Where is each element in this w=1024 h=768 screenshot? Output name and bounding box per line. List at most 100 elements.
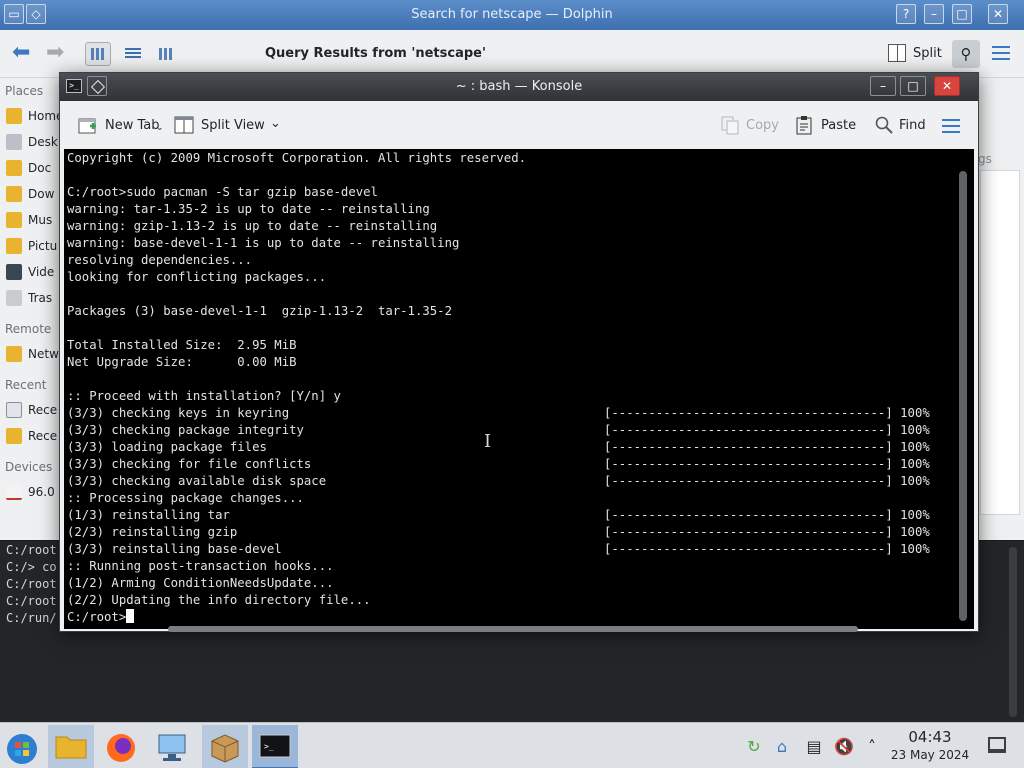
taskbar-firefox[interactable]: [98, 725, 144, 768]
taskbar-file-manager[interactable]: [48, 725, 94, 768]
terminal-line: Total Installed Size: 2.95 MiB: [67, 338, 297, 352]
terminal-vertical-scrollbar[interactable]: [959, 171, 967, 621]
maximize-button[interactable]: □: [900, 76, 926, 96]
terminal-line: Net Upgrade Size: 0.00 MiB: [67, 355, 297, 369]
chevron-up-icon[interactable]: ˄: [862, 737, 882, 757]
tags-label: gs: [978, 152, 992, 166]
terminal-line: (3/3) checking keys in keyring: [67, 406, 290, 420]
split-icon: [888, 44, 906, 62]
taskbar-konsole[interactable]: >_: [252, 725, 298, 768]
places-item-downloads[interactable]: Dow: [6, 186, 66, 206]
text-ibeam-cursor-icon: I: [484, 431, 492, 452]
konsole-titlebar[interactable]: >_ ~ : bash — Konsole – □ ✕: [60, 73, 978, 101]
progress-bar-text: [-------------------------------------] …: [604, 508, 930, 522]
places-item-videos[interactable]: Vide: [6, 264, 66, 284]
svg-text:>_: >_: [264, 742, 274, 751]
places-item-pictures[interactable]: Pictu: [6, 238, 66, 258]
places-panel: Places Home Desk Doc Dow Mus Pictu Vide …: [0, 78, 63, 540]
places-item-trash[interactable]: Tras: [6, 290, 66, 310]
paste-label: Paste: [821, 118, 857, 133]
clock-time[interactable]: 04:43: [896, 728, 964, 746]
places-item-music[interactable]: Mus: [6, 212, 66, 232]
clock-date[interactable]: 23 May 2024: [890, 748, 970, 762]
help-icon[interactable]: ?: [896, 4, 916, 24]
paste-button[interactable]: Paste: [794, 115, 858, 137]
konsole-toolbar: New Tab ⌄ Split View ⌄ Copy Paste Find: [60, 101, 978, 149]
taskbar-package-manager[interactable]: [202, 725, 248, 768]
network-icon[interactable]: ⌂: [772, 737, 792, 757]
copy-button[interactable]: Copy: [720, 115, 780, 137]
recent-heading: Recent: [5, 378, 47, 392]
terminal-line: :: Running post-transaction hooks...: [67, 559, 334, 573]
volume-muted-icon[interactable]: 🔇: [834, 737, 854, 757]
network-folder-icon: [6, 346, 22, 362]
find-button[interactable]: Find: [874, 115, 930, 137]
copy-label: Copy: [746, 118, 779, 133]
start-orb-icon: [7, 734, 37, 764]
folder-pictures-icon: [6, 238, 22, 254]
dolphin-window-title: Search for netscape — Dolphin: [411, 7, 613, 22]
start-menu-button[interactable]: [0, 725, 46, 768]
find-label: Find: [899, 118, 926, 133]
terminal-line: (3/3) checking package integrity: [67, 423, 304, 437]
progress-bar-text: [-------------------------------------] …: [604, 457, 930, 471]
firefox-icon: [107, 734, 135, 762]
places-item-desktop[interactable]: Desk: [6, 134, 66, 154]
split-view-icon: [174, 116, 194, 134]
show-desktop-icon[interactable]: [988, 737, 1006, 753]
compact-view-button[interactable]: [119, 42, 145, 66]
update-notifier-icon[interactable]: ↻: [744, 737, 764, 757]
hamburger-menu-icon[interactable]: [992, 46, 1010, 60]
back-arrow-icon[interactable]: ⬅: [12, 42, 30, 64]
terminal-line: (3/3) reinstalling base-devel: [67, 542, 282, 556]
recent-files-icon: [6, 402, 22, 418]
split-button[interactable]: Split: [886, 42, 946, 66]
progress-bar-text: [-------------------------------------] …: [604, 525, 930, 539]
close-button[interactable]: ✕: [988, 4, 1008, 24]
folder-documents-icon: [6, 160, 22, 176]
magnifier-icon: [875, 116, 893, 134]
taskbar-system-settings[interactable]: [150, 725, 196, 768]
terminal-output[interactable]: Copyright (c) 2009 Microsoft Corporation…: [64, 149, 974, 632]
terminal-line: (2/3) reinstalling gzip: [67, 525, 238, 539]
terminal-line: Packages (3) base-devel-1-1 gzip-1.13-2 …: [67, 304, 452, 318]
places-item-recent-locations[interactable]: Rece: [6, 428, 66, 448]
folder-videos-icon: [6, 264, 22, 280]
recent-locations-icon: [6, 428, 22, 444]
text-cursor: [126, 609, 135, 623]
maximize-button[interactable]: □: [952, 4, 972, 24]
paste-icon: [796, 116, 812, 135]
dolphin-content-area[interactable]: [980, 170, 1020, 515]
places-item-documents[interactable]: Doc: [6, 160, 66, 180]
package-icon: [211, 734, 239, 763]
new-tab-button[interactable]: New Tab ⌄: [78, 115, 166, 137]
search-icon[interactable]: ⚲: [952, 40, 980, 68]
clipboard-icon[interactable]: ▤: [804, 737, 824, 757]
shell-prompt: C:/root>: [67, 610, 127, 624]
minimize-button[interactable]: –: [924, 4, 944, 24]
split-view-button[interactable]: Split View ⌄: [174, 115, 284, 137]
icons-view-button[interactable]: [85, 42, 111, 66]
forward-arrow-icon[interactable]: ➡: [46, 42, 64, 64]
places-item-home[interactable]: Home: [6, 108, 66, 128]
dolphin-titlebar[interactable]: ▭ ◇ Search for netscape — Dolphin ? – □ …: [0, 0, 1024, 30]
hamburger-menu-icon[interactable]: [942, 119, 960, 133]
minimize-button[interactable]: –: [870, 76, 896, 96]
places-heading: Places: [5, 84, 44, 98]
close-button[interactable]: ✕: [934, 76, 960, 96]
prompt-line: C:/root>: [67, 609, 135, 626]
taskbar: >_ ↻ ⌂ ▤ 🔇 ˄ 04:43 23 May 2024: [0, 722, 1024, 768]
folder-music-icon: [6, 212, 22, 228]
terminal-horizontal-scrollbar[interactable]: [168, 626, 858, 632]
places-item-network[interactable]: Netw: [6, 346, 66, 366]
terminal-icon: >_: [259, 734, 291, 758]
terminal-line: Copyright (c) 2009 Microsoft Corporation…: [67, 151, 527, 165]
places-item-device[interactable]: 96.0: [6, 484, 66, 504]
details-view-button[interactable]: [153, 42, 179, 66]
computer-icon: [158, 734, 186, 761]
terminal-line: C:/root>sudo pacman -S tar gzip base-dev…: [67, 185, 378, 199]
copy-icon: [721, 116, 739, 135]
places-item-recent-files[interactable]: Rece: [6, 402, 66, 422]
terminal-line: warning: tar-1.35-2 is up to date -- rei…: [67, 202, 430, 216]
dolphin-terminal-scrollbar[interactable]: [1009, 547, 1017, 717]
